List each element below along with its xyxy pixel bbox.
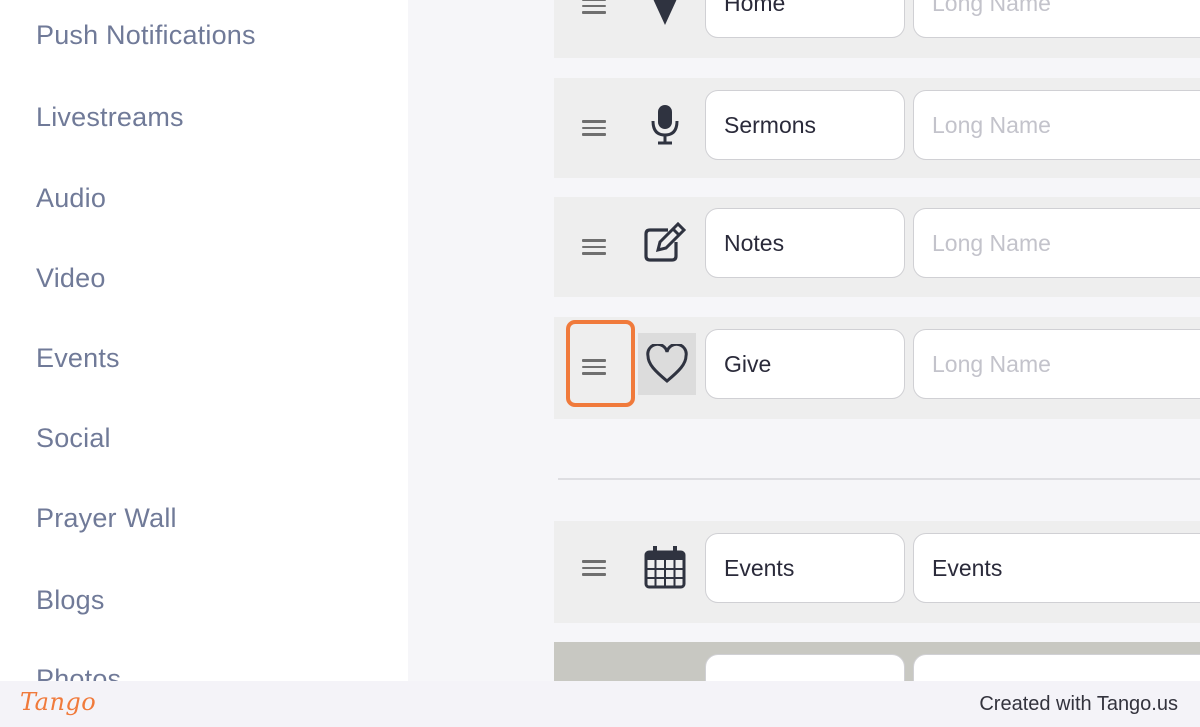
- long-name-input[interactable]: Long Name: [913, 90, 1200, 160]
- long-name-input[interactable]: Long Name: [913, 329, 1200, 399]
- tab-row-notes: Notes Long Name: [554, 197, 1200, 297]
- tab-row-give: Give Long Name: [554, 317, 1200, 419]
- sidebar-item-livestreams[interactable]: Livestreams: [36, 102, 184, 133]
- credit-text: Created with Tango.us: [979, 693, 1178, 715]
- sidebar-item-blogs[interactable]: Blogs: [36, 585, 105, 616]
- edit-note-icon: [640, 218, 690, 268]
- highlight-box: [566, 320, 635, 407]
- sidebar-item-social[interactable]: Social: [36, 423, 111, 454]
- calendar-icon: [640, 542, 690, 592]
- tab-row-home: Home Long Name: [554, 0, 1200, 58]
- sidebar-item-audio[interactable]: Audio: [36, 183, 106, 214]
- long-name-input[interactable]: Long Name: [913, 654, 1200, 681]
- sidebar: Push Notifications Livestreams Audio Vid…: [0, 0, 408, 681]
- long-name-input[interactable]: Long Name: [913, 208, 1200, 278]
- menu-icon: [640, 662, 690, 681]
- short-name-input[interactable]: Home: [705, 0, 905, 38]
- footer: Tango Created with Tango.us: [0, 681, 1200, 727]
- tab-row-events: Events Events: [554, 521, 1200, 623]
- short-name-input[interactable]: Notes: [705, 208, 905, 278]
- microphone-icon: [640, 99, 690, 149]
- drag-handle-icon[interactable]: [582, 120, 606, 136]
- tab-row-sermons: Sermons Long Name: [554, 78, 1200, 178]
- sidebar-item-photos[interactable]: Photos: [36, 664, 121, 681]
- sidebar-item-push-notifications[interactable]: Push Notifications: [36, 20, 256, 51]
- long-name-input[interactable]: Long Name: [913, 0, 1200, 38]
- sidebar-item-events[interactable]: Events: [36, 343, 120, 374]
- tango-logo: Tango: [20, 688, 97, 716]
- short-name-input[interactable]: Give: [705, 329, 905, 399]
- drag-handle-icon[interactable]: [582, 560, 606, 576]
- heart-icon[interactable]: [638, 333, 696, 395]
- short-name-input[interactable]: M: [705, 654, 905, 681]
- tab-editor: Home Long Name Sermons Long Name Notes L…: [408, 0, 1200, 681]
- drag-handle-icon[interactable]: [582, 239, 606, 255]
- short-name-input[interactable]: Events: [705, 533, 905, 603]
- section-divider: [558, 478, 1200, 480]
- sidebar-item-video[interactable]: Video: [36, 263, 106, 294]
- short-name-input[interactable]: Sermons: [705, 90, 905, 160]
- map-pin-icon: [640, 0, 690, 30]
- drag-handle-icon[interactable]: [582, 0, 606, 14]
- long-name-input[interactable]: Events: [913, 533, 1200, 603]
- sidebar-item-prayer-wall[interactable]: Prayer Wall: [36, 503, 177, 534]
- tab-row-m: M Long Name: [554, 642, 1200, 681]
